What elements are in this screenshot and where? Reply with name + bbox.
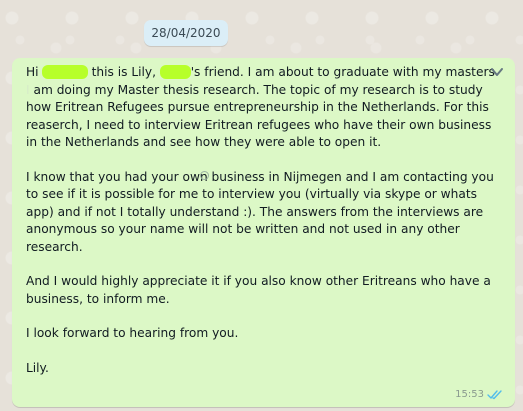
- message-paragraph-5: Lily.: [26, 360, 49, 375]
- mouse-cursor-ring: [200, 171, 209, 180]
- double-check-icon: [487, 390, 502, 400]
- message-paragraph-1: Hi xxxxxx this is Lily, xxxx's friend. I…: [26, 64, 501, 152]
- date-chip: 28/04/2020: [144, 20, 228, 46]
- message-text: 's friend. I am about to graduate with m…: [190, 65, 495, 79]
- message-text: Hi: [26, 65, 43, 79]
- chevron-down-icon[interactable]: [489, 65, 505, 79]
- highlighted-name: xxxxxx: [42, 65, 88, 79]
- highlighted-name: xxxx: [159, 65, 191, 79]
- message-meta: 15:53: [455, 389, 503, 400]
- message-paragraph-3: And I would highly appreciate it if you …: [26, 274, 491, 306]
- message-paragraph-4: I look forward to hearing from you.: [26, 326, 239, 340]
- message-time: 15:53: [455, 389, 484, 400]
- message-text: this is Lily,: [87, 65, 160, 79]
- message-bubble[interactable]: Hi xxxxxx this is Lily, xxxx's friend. I…: [12, 58, 515, 407]
- message-text: am doing my Master thesis research. The …: [26, 82, 492, 150]
- message-paragraph-2: I know that you had your own business in…: [26, 169, 494, 254]
